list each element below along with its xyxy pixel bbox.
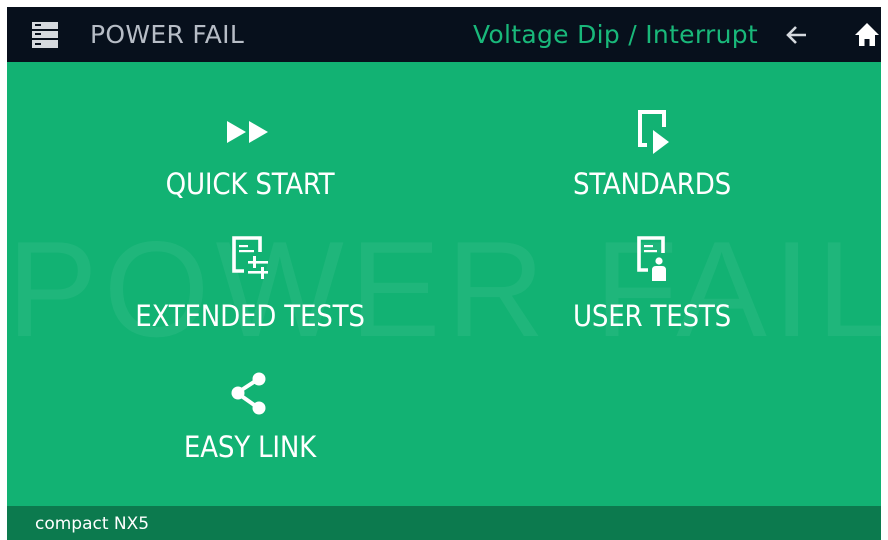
title-bar: POWER FAIL Voltage Dip / Interrupt [7,7,881,62]
standards-button[interactable]: STANDARDS [502,107,802,227]
home-icon[interactable] [853,20,881,48]
easy-link-button[interactable]: EASY LINK [100,369,400,489]
back-arrow-icon[interactable] [784,22,810,48]
extended-tests-button[interactable]: EXTENDED TESTS [100,233,400,353]
user-tests-label: USER TESTS [572,299,732,333]
easy-link-label: EASY LINK [183,430,317,464]
device-name: compact NX5 [35,514,150,534]
quick-start-label: QUICK START [165,167,335,201]
document-sliders-icon [232,236,268,279]
extended-tests-label: EXTENDED TESTS [135,299,365,333]
app-title: POWER FAIL [90,20,245,49]
menu-icon[interactable] [32,22,58,48]
mode-title: Voltage Dip / Interrupt [472,20,758,49]
quick-start-button[interactable]: QUICK START [100,107,400,227]
share-icon [231,372,266,415]
screen: POWER FAIL Voltage Dip / Interrupt POWER… [7,7,881,540]
footer-bar: compact NX5 [7,506,881,540]
standards-label: STANDARDS [572,167,731,201]
document-user-icon [637,236,666,281]
user-tests-button[interactable]: USER TESTS [502,233,802,353]
fast-forward-icon [227,121,268,143]
document-play-icon [638,110,669,154]
